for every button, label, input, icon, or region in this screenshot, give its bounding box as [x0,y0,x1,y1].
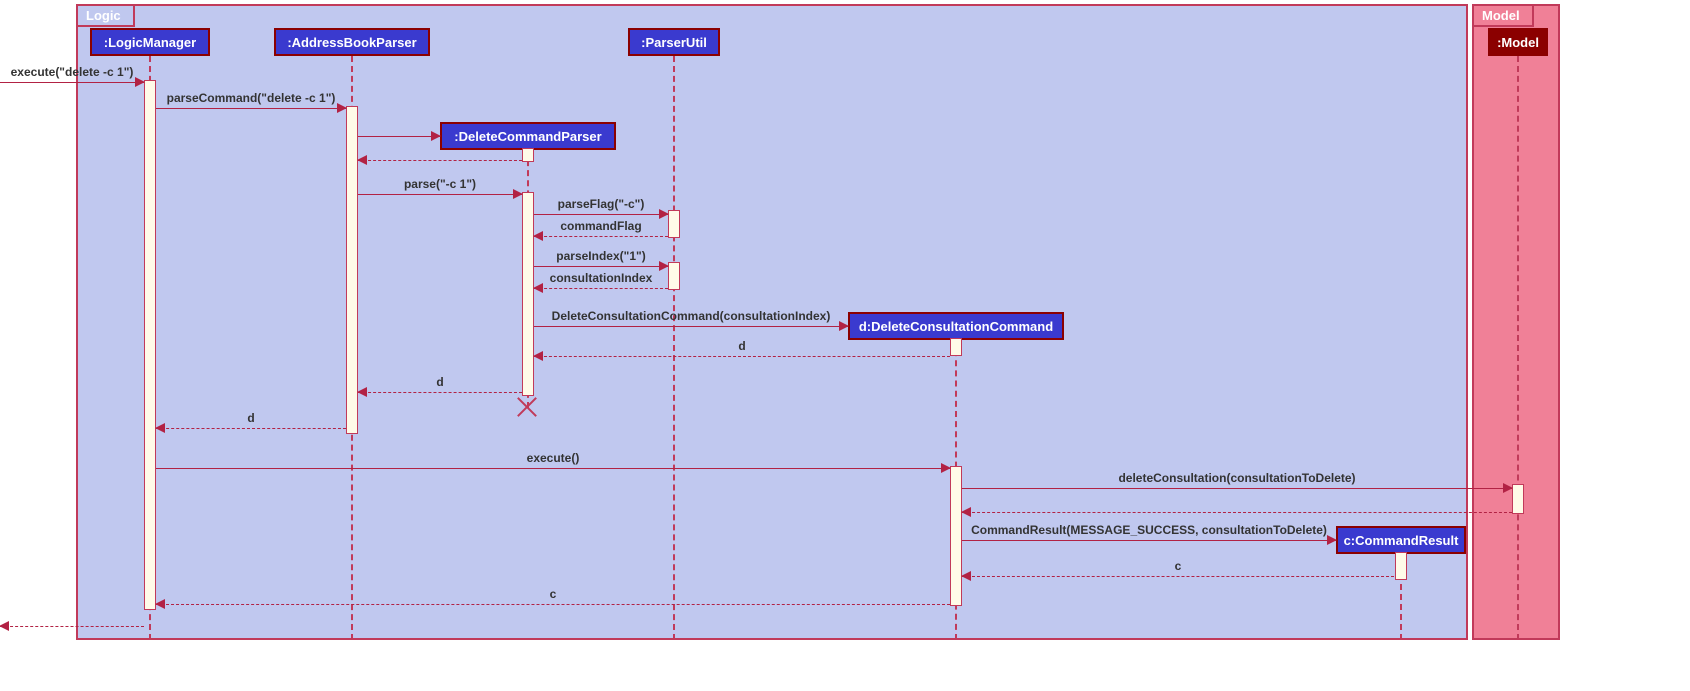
msg-execute-delete-label: execute("delete -c 1") [11,65,134,79]
arrowhead-icon [0,621,9,631]
arrowhead-icon [961,507,971,517]
msg-execute-delete: execute("delete -c 1") [0,82,144,83]
msg-create-dcc-label: DeleteConsultationCommand(consultationIn… [552,309,831,323]
participant-command-result: c:CommandResult [1336,526,1466,554]
activation-logic-manager [144,80,156,610]
msg-return-command-flag-label: commandFlag [560,219,641,233]
activation-parser-util-2 [668,262,680,290]
msg-return-command-flag: commandFlag [534,236,668,237]
msg-return-delete-command-parser [358,160,522,161]
msg-delete-consultation-label: deleteConsultation(consultationToDelete) [1118,471,1355,485]
msg-parse-command-label: parseCommand("delete -c 1") [167,91,336,105]
msg-return-d-to-lm: d [156,428,346,429]
msg-return-d-label-1: d [738,339,745,353]
activation-command-result [1395,552,1407,580]
arrowhead-icon [357,155,367,165]
msg-parse-label: parse("-c 1") [404,177,476,191]
frame-model-label: Model [1474,6,1534,27]
lifeline-parser-util [673,56,675,640]
participant-address-book-parser: :AddressBookParser [274,28,430,56]
participant-logic-manager: :LogicManager [90,28,210,56]
msg-parse-index-label: parseIndex("1") [556,249,645,263]
arrowhead-icon [659,261,669,271]
sequence-diagram: Logic Model :LogicManager :AddressBookPa… [0,0,1690,691]
activation-model [1512,484,1524,514]
msg-return-c-label-2: c [550,587,557,601]
msg-create-delete-consultation-command: DeleteConsultationCommand(consultationIn… [534,326,848,327]
msg-execute: execute() [156,468,950,469]
activation-delete-command-parser-1 [522,148,534,162]
arrowhead-icon [659,209,669,219]
activation-delete-consultation-command-1 [950,338,962,356]
msg-create-command-result: CommandResult(MESSAGE_SUCCESS, consultat… [962,540,1336,541]
msg-return-c-label-1: c [1175,559,1182,573]
msg-return-c-to-lm: c [156,604,950,605]
participant-delete-command-parser: :DeleteCommandParser [440,122,616,150]
msg-return-d-to-dcp: d [534,356,950,357]
arrowhead-icon [357,387,367,397]
frame-model: Model [1472,4,1560,640]
msg-create-delete-command-parser [358,136,440,137]
msg-return-consultation-index-label: consultationIndex [550,271,653,285]
frame-logic-label: Logic [78,6,135,27]
activation-parser-util-1 [668,210,680,238]
arrowhead-icon [839,321,849,331]
msg-return-d-label-2: d [436,375,443,389]
lifeline-model [1517,56,1519,640]
arrowhead-icon [533,351,543,361]
msg-parse-flag: parseFlag("-c") [534,214,668,215]
msg-return-from-model [962,512,1512,513]
msg-return-d-label-3: d [247,411,254,425]
arrowhead-icon [337,103,347,113]
msg-return-d-to-abp: d [358,392,522,393]
activation-delete-command-parser-2 [522,192,534,396]
msg-parse-flag-label: parseFlag("-c") [558,197,645,211]
arrowhead-icon [155,599,165,609]
arrowhead-icon [533,231,543,241]
arrowhead-icon [135,77,145,87]
msg-parse: parse("-c 1") [358,194,522,195]
arrowhead-icon [533,283,543,293]
msg-parse-index: parseIndex("1") [534,266,668,267]
msg-execute-label: execute() [527,451,580,465]
activation-delete-consultation-command-2 [950,466,962,606]
msg-delete-consultation: deleteConsultation(consultationToDelete) [962,488,1512,489]
arrowhead-icon [941,463,951,473]
arrowhead-icon [513,189,523,199]
msg-return-consultation-index: consultationIndex [534,288,668,289]
arrowhead-icon [961,571,971,581]
msg-return-c-to-d: c [962,576,1394,577]
arrowhead-icon [155,423,165,433]
participant-parser-util: :ParserUtil [628,28,720,56]
arrowhead-icon [1327,535,1337,545]
arrowhead-icon [431,131,441,141]
participant-delete-consultation-command: d:DeleteConsultationCommand [848,312,1064,340]
msg-parse-command: parseCommand("delete -c 1") [156,108,346,109]
msg-create-command-result-label: CommandResult(MESSAGE_SUCCESS, consultat… [971,523,1327,537]
arrowhead-icon [1503,483,1513,493]
msg-return-external [0,626,144,627]
participant-model: :Model [1488,28,1548,56]
